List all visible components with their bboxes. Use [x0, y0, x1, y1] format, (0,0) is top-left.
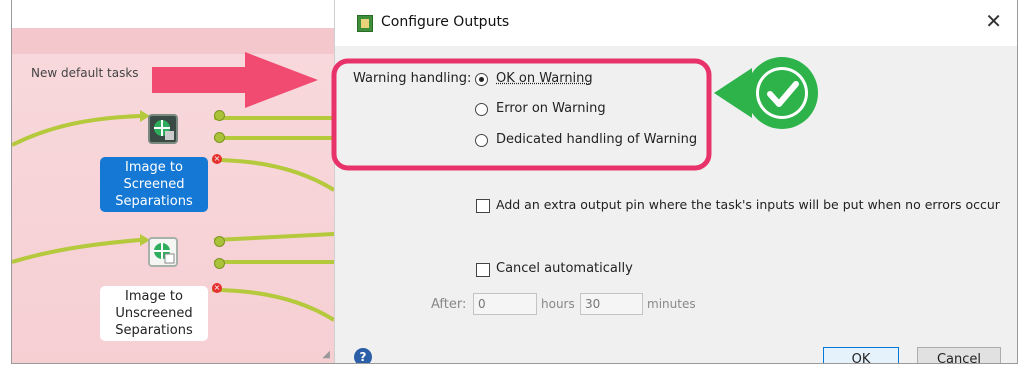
- annotation-overlay: [152, 52, 818, 171]
- arrow-annotation: [152, 52, 318, 108]
- check-badge-icon: [714, 57, 818, 129]
- highlight-frame: [331, 58, 712, 171]
